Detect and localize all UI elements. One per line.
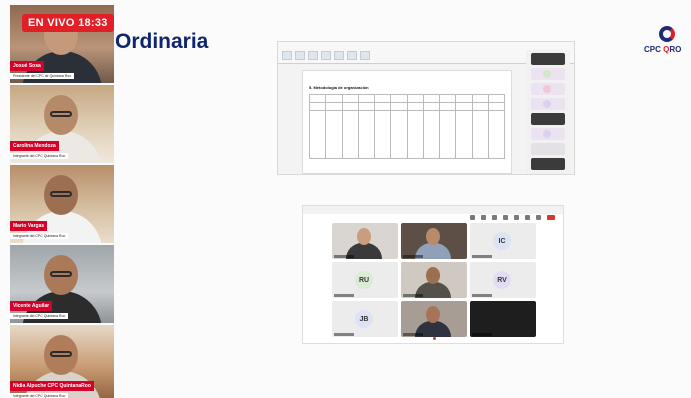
participant-label <box>403 333 423 336</box>
spreadsheet-section-title: 5. Metodología de organización <box>309 85 369 90</box>
participant-label <box>334 294 354 297</box>
glasses-icon <box>50 191 72 197</box>
mic-icon[interactable] <box>525 215 530 220</box>
speaker-tile-5: Nidia Alpuche CPC QuintanaRoo Integrante… <box>10 325 114 398</box>
logo-ring-icon <box>659 26 675 42</box>
participant-avatar: IC <box>493 232 511 250</box>
speaker-role: Presidente del CPC de Quintana Roo <box>10 73 75 79</box>
shared-spreadsheet-window: 5. Metodología de organización <box>277 41 575 175</box>
meeting-titlebar <box>303 206 563 214</box>
speaker-name: Nidia Alpuche CPC QuintanaRoo <box>10 381 94 391</box>
speaker-role: Integrante del CPC Quintana Roo <box>10 313 69 319</box>
speaker-tile-4: Vicente Aguilar Integrante del CPC Quint… <box>10 245 114 323</box>
spreadsheet-page: 5. Metodología de organización <box>302 70 512 174</box>
editing-icon[interactable] <box>360 51 370 60</box>
side-participant-strip <box>526 50 570 174</box>
live-badge: EN VIVO 18:33 <box>22 14 114 32</box>
participant-thumb <box>531 143 565 155</box>
align-icon[interactable] <box>308 51 318 60</box>
participant-thumb <box>531 158 565 170</box>
participant-tile[interactable]: RV <box>470 262 536 298</box>
participant-avatar: RU <box>355 271 373 289</box>
cpc-logo: CPC QRO <box>644 26 691 54</box>
share-icon[interactable] <box>536 215 541 220</box>
participant-tile[interactable] <box>401 301 467 337</box>
participant-head <box>426 228 440 245</box>
participant-label <box>403 255 423 258</box>
participant-tile[interactable]: IC <box>470 223 536 259</box>
speaker-name: Mario Vargas <box>10 221 48 231</box>
logo-text: CPC QRO <box>644 45 682 54</box>
participant-grid: IC RU RV JB <box>332 223 537 338</box>
speaker-name: Josué Sosa <box>10 61 44 71</box>
meeting-controls <box>470 215 555 220</box>
participant-head <box>426 306 440 323</box>
participant-tile[interactable] <box>401 223 467 259</box>
session-title: Ordinaria <box>115 30 209 53</box>
styles-icon[interactable] <box>334 51 344 60</box>
number-format-icon[interactable] <box>321 51 331 60</box>
people-icon[interactable] <box>481 215 486 220</box>
speaker-role: Integrante del CPC Quintana Roo <box>10 153 69 159</box>
participant-head <box>426 267 440 284</box>
meeting-window: IC RU RV JB <box>302 205 564 344</box>
participant-thumb <box>531 53 565 65</box>
paste-icon[interactable] <box>282 51 292 60</box>
camera-icon[interactable] <box>514 215 519 220</box>
participant-tile[interactable] <box>332 223 398 259</box>
glasses-icon <box>50 271 72 277</box>
participant-label <box>403 294 423 297</box>
participant-head <box>357 228 371 245</box>
participant-tile[interactable] <box>401 262 467 298</box>
cells-icon[interactable] <box>347 51 357 60</box>
glasses-icon <box>50 351 72 357</box>
speaker-name: Vicente Aguilar <box>10 301 53 311</box>
participant-avatar: RV <box>493 271 511 289</box>
speaker-role: Integrante del CPC Quintana Roo <box>10 393 69 398</box>
chat-icon[interactable] <box>470 215 475 220</box>
broadcast-frame: Josué Sosa Presidente del CPC de Quintan… <box>0 0 691 398</box>
participant-thumb <box>531 68 565 80</box>
participant-tile[interactable]: JB <box>332 301 398 337</box>
speaker-tile-3: Mario Vargas Integrante del CPC Quintana… <box>10 165 114 243</box>
glasses-icon <box>50 111 72 117</box>
react-icon[interactable] <box>492 215 497 220</box>
speaker-role: Integrante del CPC Quintana Roo <box>10 233 69 239</box>
ribbon-tools <box>282 51 370 60</box>
participant-thumb <box>531 98 565 110</box>
participant-label <box>472 333 492 336</box>
font-icon[interactable] <box>295 51 305 60</box>
participant-label <box>334 255 354 258</box>
participant-thumb <box>531 128 565 140</box>
logo-accent-letter: Q <box>663 45 670 54</box>
participant-tile[interactable]: RU <box>332 262 398 298</box>
page-indicator[interactable] <box>433 337 436 340</box>
speaker-tile-2: Carolina Mendoza Integrante del CPC Quin… <box>10 85 114 163</box>
speaker-name: Carolina Mendoza <box>10 141 59 151</box>
participant-thumb <box>531 113 565 125</box>
view-icon[interactable] <box>503 215 508 220</box>
participant-label <box>334 333 354 336</box>
meeting-toolbar <box>303 214 563 223</box>
participant-tile[interactable] <box>470 301 536 337</box>
participant-thumb <box>531 83 565 95</box>
leave-button[interactable] <box>547 215 555 220</box>
participant-label <box>472 255 492 258</box>
speaker-column: Josué Sosa Presidente del CPC de Quintan… <box>10 5 114 398</box>
participant-avatar: JB <box>355 310 373 328</box>
spreadsheet-table <box>308 94 506 159</box>
participant-label <box>472 294 492 297</box>
